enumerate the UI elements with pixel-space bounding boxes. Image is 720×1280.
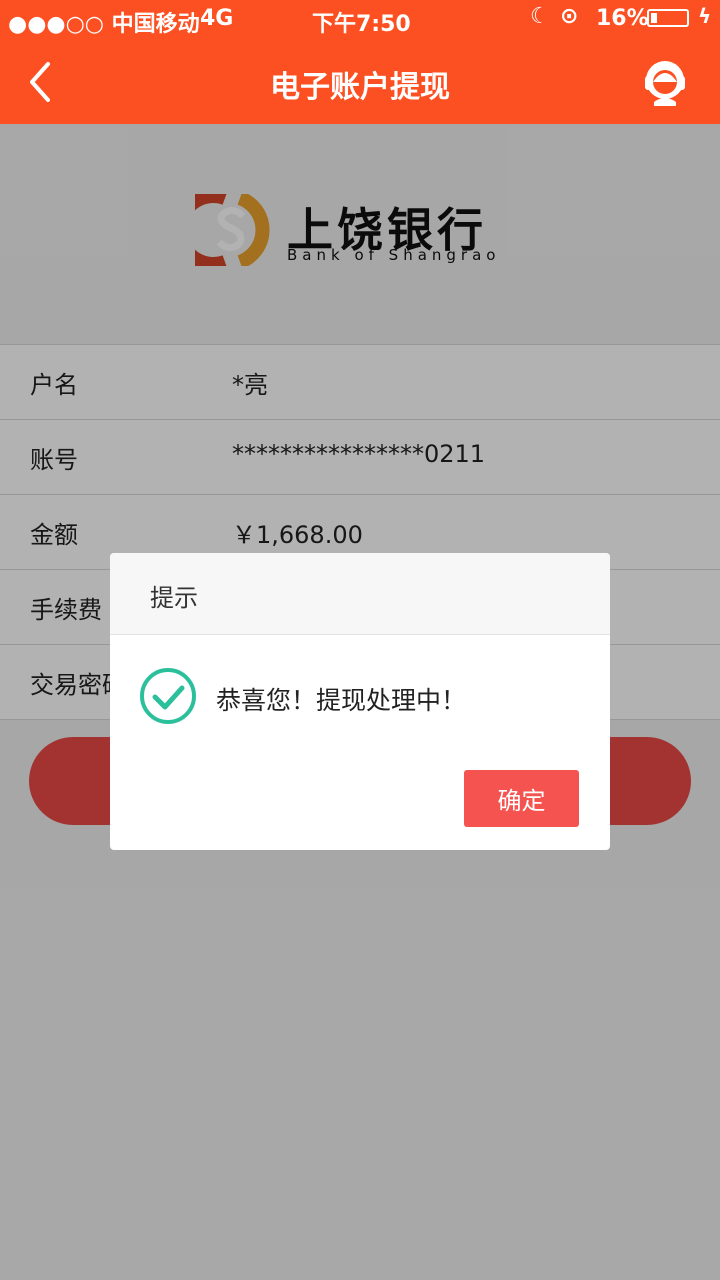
dialog-title: 提示 bbox=[150, 584, 198, 612]
confirm-button[interactable]: 确定 bbox=[464, 770, 579, 827]
dialog-message: 恭喜您！提现处理中！ bbox=[216, 686, 467, 715]
nav-bar: 电子账户提现 bbox=[0, 40, 720, 124]
status-bar: ●●●○○ 中国移动 4G 下午7:50 ☾ ⊙ 16% ϟ bbox=[0, 0, 720, 40]
customer-service-button[interactable] bbox=[640, 58, 690, 108]
carrier-label: ●●●○○ 中国移动 bbox=[8, 12, 200, 37]
network-label: 4G bbox=[200, 6, 234, 31]
battery-label: 16% bbox=[596, 6, 649, 31]
dialog-header: 提示 bbox=[110, 553, 610, 635]
battery-icon bbox=[647, 9, 689, 27]
time-label: 下午7:50 bbox=[312, 12, 411, 37]
success-check-icon bbox=[140, 668, 196, 724]
alert-dialog: 提示 恭喜您！提现处理中！ 确定 bbox=[110, 553, 610, 850]
page-title: 电子账户提现 bbox=[270, 70, 450, 105]
customer-service-icon bbox=[645, 61, 685, 106]
orientation-lock-icon: ⊙ bbox=[560, 4, 579, 29]
charging-icon: ϟ bbox=[698, 4, 712, 28]
moon-icon: ☾ bbox=[530, 4, 550, 29]
